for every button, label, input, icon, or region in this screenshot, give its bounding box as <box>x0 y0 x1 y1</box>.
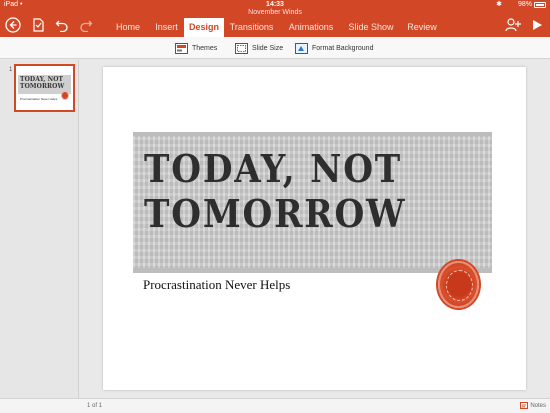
undo-icon <box>55 20 68 32</box>
slide-thumbnail[interactable]: TODAY, NOT TOMORROW Procrastination Neve… <box>14 64 75 112</box>
format-background-button[interactable]: Format Background <box>295 41 373 55</box>
title-placeholder[interactable]: TODAY, NOT TOMORROW <box>133 132 492 273</box>
slide-size-button[interactable]: Slide Size <box>235 41 283 55</box>
design-ribbon: Themes Slide Size Format Background <box>0 37 550 59</box>
thumbnail-title-line1: TODAY, NOT <box>20 76 64 83</box>
app-toolbar: iPad • 14:33 ✱ 98% November Winds Home I… <box>0 0 550 37</box>
title-band-top-edge <box>133 132 492 136</box>
notes-icon <box>520 402 529 409</box>
slide-title: TODAY, NOT TOMORROW <box>144 146 450 236</box>
format-background-label: Format Background <box>312 44 374 52</box>
title-band-bottom-edge <box>133 268 492 273</box>
tab-insert[interactable]: Insert <box>149 18 184 37</box>
slide-subtitle[interactable]: Procrastination Never Helps <box>143 277 290 293</box>
document-title: November Winds <box>248 9 302 16</box>
tab-design[interactable]: Design <box>184 18 224 37</box>
undo-button[interactable] <box>53 16 71 34</box>
play-icon <box>533 20 542 30</box>
file-icon <box>33 18 44 32</box>
thumbnail-number: 1 <box>9 67 13 73</box>
bottom-status-bar: 1 of 1 Notes <box>0 398 550 413</box>
tab-review[interactable]: Review <box>402 18 442 37</box>
slide-thumbnails-pane: 1 TODAY, NOT TOMORROW Procrastination Ne… <box>0 60 79 398</box>
notes-label: Notes <box>530 402 546 409</box>
back-button[interactable] <box>4 16 22 34</box>
seal-graphic[interactable] <box>438 261 479 308</box>
slide-count: 1 of 1 <box>87 403 103 409</box>
thumbnail-seal-graphic <box>61 91 69 100</box>
tab-transitions[interactable]: Transitions <box>225 18 278 37</box>
tab-animations[interactable]: Animations <box>282 18 340 37</box>
thumbnail-title: TODAY, NOT TOMORROW <box>20 76 64 90</box>
format-background-icon <box>295 42 308 54</box>
slide-canvas[interactable]: TODAY, NOT TOMORROW Procrastination Neve… <box>103 67 526 390</box>
redo-icon <box>80 20 93 32</box>
share-icon <box>505 18 521 32</box>
slide-size-label: Slide Size <box>252 44 284 52</box>
redo-button[interactable] <box>77 16 95 34</box>
themes-label: Themes <box>192 44 218 52</box>
battery-icon <box>534 2 546 8</box>
notes-button[interactable]: Notes <box>520 402 546 409</box>
slide-title-line1: TODAY, NOT <box>144 146 403 191</box>
back-icon <box>5 17 21 33</box>
themes-button[interactable]: Themes <box>175 41 217 55</box>
slide-title-line2: TOMORROW <box>144 191 407 236</box>
tab-home[interactable]: Home <box>108 18 148 37</box>
thumbnail-subtitle: Procrastination Never Helps <box>20 97 58 101</box>
file-button[interactable] <box>29 16 47 34</box>
share-button[interactable] <box>504 16 522 34</box>
slide-size-icon <box>235 42 248 54</box>
themes-icon <box>175 42 188 54</box>
tab-slide-show[interactable]: Slide Show <box>343 18 399 37</box>
thumbnail-title-line2: TOMORROW <box>20 83 65 90</box>
play-button[interactable] <box>528 16 546 34</box>
